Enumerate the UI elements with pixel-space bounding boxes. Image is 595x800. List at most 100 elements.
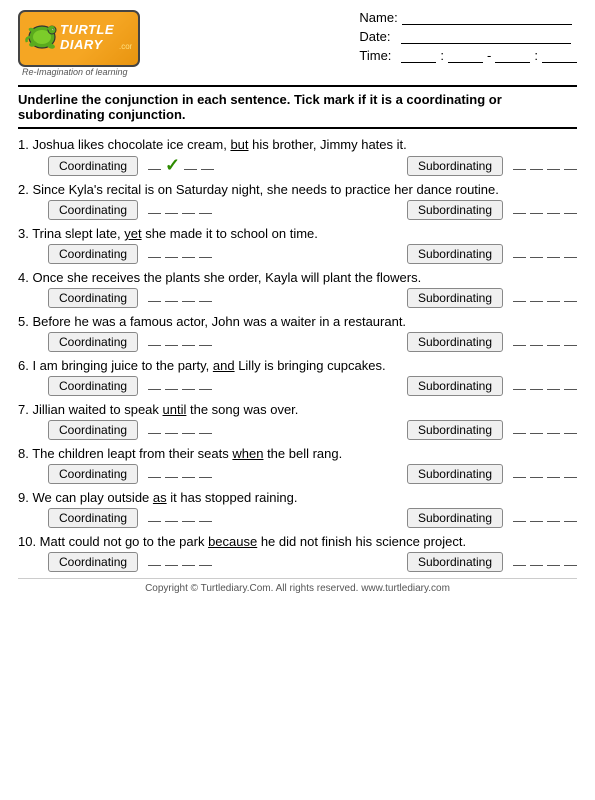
coordinating-btn-9[interactable]: Coordinating	[48, 508, 138, 528]
tick-dash	[165, 338, 178, 346]
subordinating-btn-5[interactable]: Subordinating	[407, 332, 503, 352]
date-row: Date:	[359, 29, 577, 44]
tick-dash	[547, 558, 560, 566]
question-text-9: 9. We can play outside as it has stopped…	[18, 490, 577, 505]
tick-dash	[547, 250, 560, 258]
tick-row-2: Coordinating Subordinating	[48, 200, 577, 220]
tick-row-6: Coordinating Subordinating	[48, 376, 577, 396]
tick-dash	[182, 514, 195, 522]
tick-row-5: Coordinating Subordinating	[48, 332, 577, 352]
time-line2[interactable]	[448, 49, 483, 63]
coordinating-btn-8[interactable]: Coordinating	[48, 464, 138, 484]
tick-dash	[148, 206, 161, 214]
tick-dash	[530, 250, 543, 258]
time-row: Time: : - :	[359, 48, 577, 63]
coord-ticks-1: ✓	[148, 155, 214, 176]
tick-dash	[201, 162, 214, 170]
tick-dash	[148, 470, 161, 478]
subord-ticks-1	[513, 162, 577, 170]
logo-area: TURTLE DIARY .com Re-Imagination of lear…	[18, 10, 140, 77]
subord-ticks-7	[513, 426, 577, 434]
coordinating-btn-10[interactable]: Coordinating	[48, 552, 138, 572]
subordinating-btn-9[interactable]: Subordinating	[407, 508, 503, 528]
time-line1[interactable]	[401, 49, 436, 63]
tick-dash	[564, 382, 577, 390]
coord-ticks-3	[148, 250, 212, 258]
tick-dash	[165, 382, 178, 390]
subord-ticks-9	[513, 514, 577, 522]
tick-dash	[199, 470, 212, 478]
question-text-2: 2. Since Kyla's recital is on Saturday n…	[18, 182, 577, 197]
question-block-7: 7. Jillian waited to speak until the son…	[18, 402, 577, 440]
time-dash: -	[487, 48, 491, 63]
tick-dash	[530, 206, 543, 214]
tick-dash	[547, 162, 560, 170]
tick-dash	[165, 250, 178, 258]
subordinating-btn-10[interactable]: Subordinating	[407, 552, 503, 572]
subordinating-btn-8[interactable]: Subordinating	[407, 464, 503, 484]
subord-ticks-10	[513, 558, 577, 566]
tick-row-8: Coordinating Subordinating	[48, 464, 577, 484]
tick-dash	[547, 426, 560, 434]
question-text-8: 8. The children leapt from their seats w…	[18, 446, 577, 461]
name-line[interactable]	[402, 11, 572, 25]
question-text-3: 3. Trina slept late, yet she made it to …	[18, 226, 577, 241]
subordinating-btn-3[interactable]: Subordinating	[407, 244, 503, 264]
subordinating-btn-6[interactable]: Subordinating	[407, 376, 503, 396]
tick-dash	[148, 294, 161, 302]
tick-dash	[148, 250, 161, 258]
time-colon1: :	[440, 48, 444, 63]
date-line[interactable]	[401, 30, 571, 44]
tick-dash	[165, 514, 178, 522]
subord-ticks-6	[513, 382, 577, 390]
tick-row-10: Coordinating Subordinating	[48, 552, 577, 572]
logo-box: TURTLE DIARY .com	[18, 10, 140, 67]
tick-dash	[547, 294, 560, 302]
tick-row-3: Coordinating Subordinating	[48, 244, 577, 264]
subordinating-btn-7[interactable]: Subordinating	[407, 420, 503, 440]
time-line4[interactable]	[542, 49, 577, 63]
tick-dash	[148, 558, 161, 566]
question-block-1: 1. Joshua likes chocolate ice cream, but…	[18, 137, 577, 176]
subordinating-btn-1[interactable]: Subordinating	[407, 156, 503, 176]
tick-dash	[530, 514, 543, 522]
tick-dash	[182, 470, 195, 478]
subordinating-btn-2[interactable]: Subordinating	[407, 200, 503, 220]
subord-ticks-5	[513, 338, 577, 346]
checkmark-icon: ✓	[165, 155, 180, 176]
tick-dash	[148, 162, 161, 170]
question-block-8: 8. The children leapt from their seats w…	[18, 446, 577, 484]
question-block-2: 2. Since Kyla's recital is on Saturday n…	[18, 182, 577, 220]
tick-dash	[199, 382, 212, 390]
tick-dash	[182, 426, 195, 434]
tick-dash	[564, 162, 577, 170]
tick-dash	[513, 338, 526, 346]
coordinating-btn-2[interactable]: Coordinating	[48, 200, 138, 220]
coordinating-btn-7[interactable]: Coordinating	[48, 420, 138, 440]
subord-ticks-2	[513, 206, 577, 214]
coordinating-btn-6[interactable]: Coordinating	[48, 376, 138, 396]
tick-dash	[564, 250, 577, 258]
question-text-5: 5. Before he was a famous actor, John wa…	[18, 314, 577, 329]
coord-ticks-9	[148, 514, 212, 522]
coordinating-btn-1[interactable]: Coordinating	[48, 156, 138, 176]
subord-ticks-8	[513, 470, 577, 478]
time-line3[interactable]	[495, 49, 530, 63]
tick-dash	[165, 470, 178, 478]
tick-dash	[199, 558, 212, 566]
coordinating-btn-4[interactable]: Coordinating	[48, 288, 138, 308]
coord-ticks-7	[148, 426, 212, 434]
tick-dash	[513, 558, 526, 566]
question-text-10: 10. Matt could not go to the park becaus…	[18, 534, 577, 549]
tick-dash	[199, 294, 212, 302]
coordinating-btn-5[interactable]: Coordinating	[48, 332, 138, 352]
subordinating-btn-4[interactable]: Subordinating	[407, 288, 503, 308]
tick-dash	[513, 514, 526, 522]
tick-row-7: Coordinating Subordinating	[48, 420, 577, 440]
logo-svg: TURTLE DIARY .com	[24, 14, 132, 60]
tick-dash	[530, 470, 543, 478]
tick-dash	[564, 338, 577, 346]
coordinating-btn-3[interactable]: Coordinating	[48, 244, 138, 264]
tick-dash	[165, 426, 178, 434]
tick-dash	[547, 382, 560, 390]
